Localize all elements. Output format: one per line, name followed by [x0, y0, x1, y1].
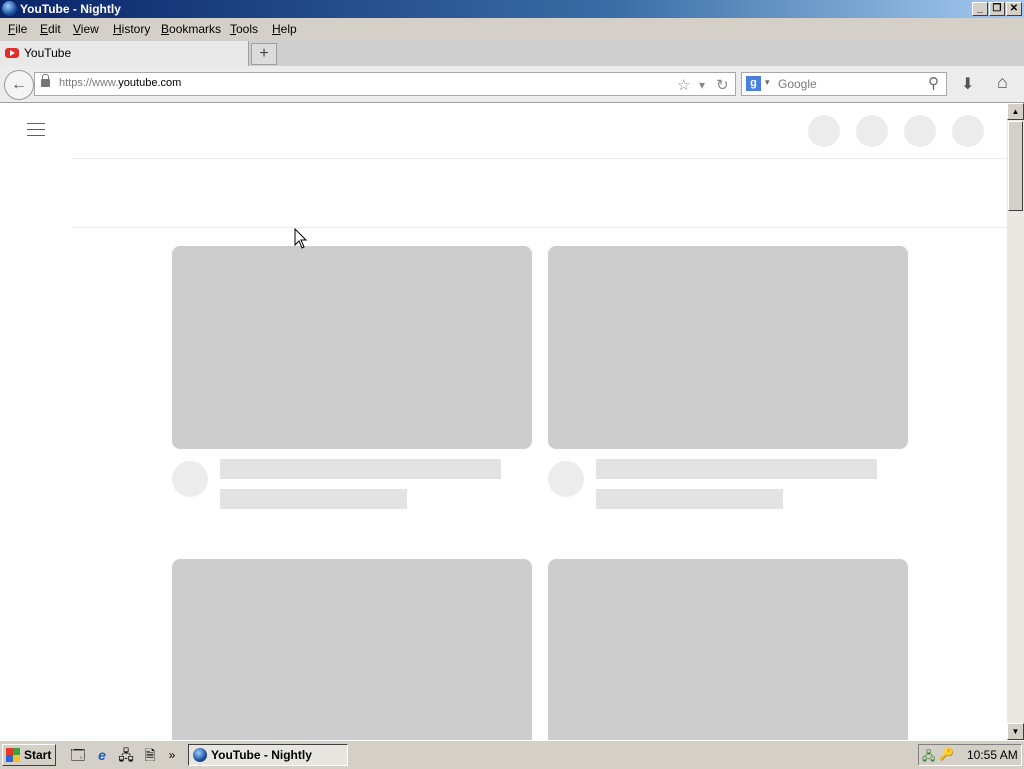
- menu-bar: File Edit View History Bookmarks Tools H…: [0, 18, 1024, 40]
- menu-file[interactable]: File: [8, 22, 27, 36]
- lock-icon: [41, 74, 50, 87]
- back-button[interactable]: ←: [4, 70, 34, 100]
- channel-avatar-placeholder: [172, 461, 208, 497]
- reload-icon[interactable]: ↻: [716, 76, 729, 94]
- network-tray-icon[interactable]: 🖧: [922, 747, 936, 763]
- new-tab-button[interactable]: +: [251, 43, 277, 65]
- quicklaunch-overflow-icon[interactable]: »: [164, 747, 180, 763]
- video-thumbnail-placeholder: [172, 246, 532, 449]
- download-icon[interactable]: ⬇: [961, 74, 974, 94]
- url-bar[interactable]: https://www.youtube.com ☆ ▾ ↻: [34, 72, 736, 96]
- tab-youtube[interactable]: YouTube: [0, 41, 249, 66]
- hamburger-menu-icon[interactable]: [27, 123, 45, 137]
- video-thumbnail-placeholder: [548, 559, 908, 740]
- taskbar-window-nightly[interactable]: YouTube - Nightly: [188, 744, 348, 766]
- restore-button[interactable]: ❐: [989, 2, 1005, 16]
- menu-view[interactable]: View: [73, 22, 99, 36]
- youtube-favicon-icon: [5, 48, 19, 58]
- menu-history[interactable]: History: [113, 22, 150, 36]
- scroll-down-button[interactable]: ▼: [1007, 723, 1024, 740]
- google-engine-icon[interactable]: g: [746, 76, 761, 91]
- minimize-button[interactable]: _: [972, 2, 988, 16]
- menu-edit[interactable]: Edit: [40, 22, 61, 36]
- video-thumbnail-placeholder: [548, 246, 908, 449]
- taskbar-window-label: YouTube - Nightly: [211, 748, 312, 762]
- header-placeholder-circle: [952, 115, 984, 147]
- title-bar[interactable]: YouTube - Nightly _ ❐ ✕: [0, 0, 1024, 18]
- video-thumbnail-placeholder: [172, 559, 532, 740]
- search-box[interactable]: g ▾ Google ⚲: [741, 72, 947, 96]
- search-input[interactable]: Google: [778, 77, 817, 91]
- show-desktop-icon[interactable]: 🗔: [70, 747, 86, 763]
- nightly-app-icon: [193, 748, 207, 762]
- bookmark-star-icon[interactable]: ☆: [677, 76, 690, 94]
- windows-logo-icon: [6, 748, 20, 762]
- engine-dropdown-icon[interactable]: ▾: [765, 77, 770, 88]
- page-content: [0, 103, 1007, 740]
- nightly-app-icon: [2, 1, 17, 16]
- start-button[interactable]: Start: [2, 744, 56, 766]
- video-meta-placeholder: [596, 489, 783, 509]
- menu-tools[interactable]: Tools: [230, 22, 258, 36]
- explorer-icon[interactable]: 🗎: [142, 747, 158, 763]
- menu-bookmarks[interactable]: Bookmarks: [161, 22, 221, 36]
- tab-strip: YouTube +: [0, 40, 1024, 67]
- header-placeholder-circle: [904, 115, 936, 147]
- scroll-up-button[interactable]: ▲: [1007, 103, 1024, 120]
- home-icon[interactable]: ⌂: [997, 72, 1008, 93]
- start-label: Start: [24, 748, 52, 762]
- url-text[interactable]: https://www.youtube.com: [59, 77, 181, 89]
- internet-explorer-icon[interactable]: e: [94, 747, 110, 763]
- mouse-cursor-icon: [294, 228, 308, 249]
- scrollbar-thumb[interactable]: [1008, 121, 1023, 211]
- search-icon[interactable]: ⚲: [928, 74, 939, 92]
- header-divider: [72, 158, 1007, 159]
- vertical-scrollbar[interactable]: ▲ ▼: [1007, 103, 1024, 740]
- navigation-bar: ← https://www.youtube.com ☆ ▾ ↻ g ▾ Goog…: [0, 66, 1024, 103]
- video-title-placeholder: [596, 459, 877, 479]
- close-button[interactable]: ✕: [1006, 2, 1022, 16]
- video-title-placeholder: [220, 459, 501, 479]
- window-title: YouTube - Nightly: [20, 2, 121, 16]
- security-tray-icon[interactable]: 🔑: [939, 747, 954, 761]
- history-dropdown-icon[interactable]: ▾: [699, 78, 705, 92]
- header-placeholder-circle: [856, 115, 888, 147]
- menu-help[interactable]: Help: [272, 22, 297, 36]
- tab-title: YouTube: [24, 46, 72, 60]
- system-tray: 🖧 🔑 10:55 AM: [918, 744, 1022, 766]
- channel-avatar-placeholder: [548, 461, 584, 497]
- video-meta-placeholder: [220, 489, 407, 509]
- header-placeholder-circle: [808, 115, 840, 147]
- network-icon[interactable]: 🖧: [118, 747, 134, 763]
- taskbar: Start 🗔 e 🖧 🗎 » YouTube - Nightly 🖧 🔑 10…: [0, 740, 1024, 769]
- chips-divider: [72, 227, 1007, 228]
- clock[interactable]: 10:55 AM: [967, 748, 1018, 762]
